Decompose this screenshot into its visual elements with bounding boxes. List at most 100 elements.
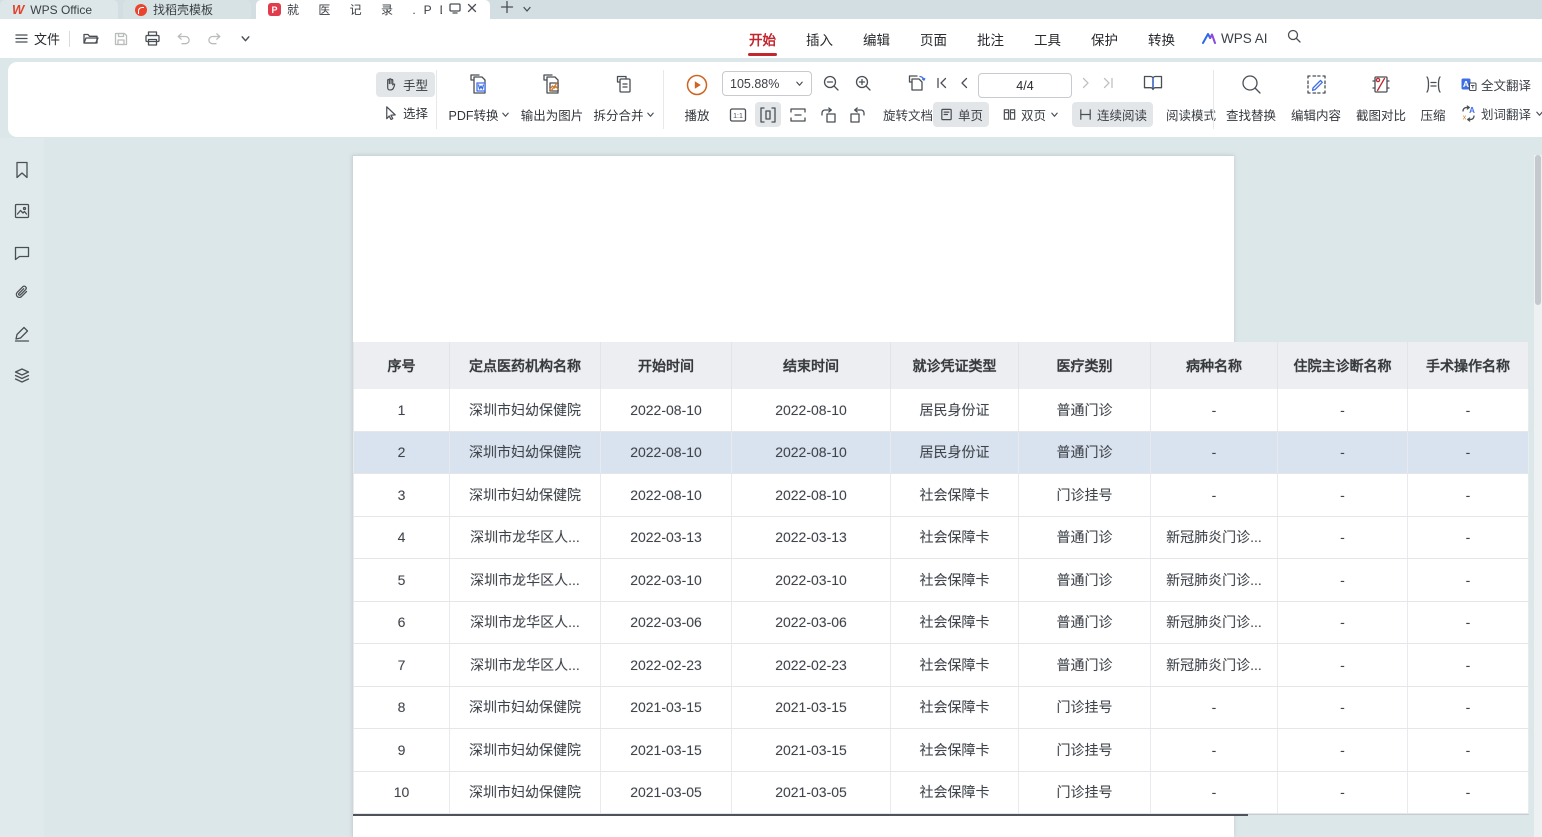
tab-list-chevron-icon[interactable] [522,1,532,19]
export-image-button[interactable]: 输出为图片 [515,69,589,130]
rotate-left-icon[interactable] [815,102,841,127]
double-page-button[interactable]: 双页 [996,102,1065,127]
document-canvas[interactable]: 序号定点医药机构名称开始时间结束时间就诊凭证类型医疗类别病种名称住院主诊断名称手… [44,138,1542,837]
ribbon-tab-编辑[interactable]: 编辑 [848,19,905,58]
screenshot-compare-label: 截图对比 [1356,105,1406,124]
save-icon[interactable] [110,28,132,50]
signature-icon[interactable] [10,322,34,346]
table-row: 6深圳市龙华区人...2022-03-062022-03-06社会保障卡普通门诊… [353,602,1529,645]
continuous-read-button[interactable]: 连续阅读 [1072,102,1153,127]
compress-button[interactable]: 压缩 [1412,69,1454,130]
compress-icon [1421,72,1446,97]
ribbon-tab-开始[interactable]: 开始 [734,19,791,58]
new-tab-icon[interactable] [500,0,514,19]
open-file-icon[interactable] [79,28,101,50]
table-cell: 2022-08-10 [732,389,891,431]
file-menu-button[interactable]: 文件 [14,29,60,48]
tab-docer-templates[interactable]: 找稻壳模板 [123,0,251,19]
bookmarks-icon[interactable] [10,158,34,182]
table-cell: 9 [353,729,450,771]
wps-pdf-window: W WPS Office 找稻壳模板 P 就 医 记 录 .PDF 文件 [0,0,1542,837]
table-cell: 2022-08-10 [732,474,891,516]
table-cell: - [1151,729,1278,771]
table-column-header: 定点医药机构名称 [450,342,601,389]
close-tab-icon[interactable] [466,2,478,17]
ribbon-tab-页面[interactable]: 页面 [905,19,962,58]
table-row: 8深圳市妇幼保健院2021-03-152021-03-15社会保障卡门诊挂号--… [353,687,1529,730]
select-tool-button[interactable]: 选择 [376,100,435,125]
first-page-icon[interactable] [934,75,950,96]
table-bottom-border [353,814,1248,816]
actual-size-icon[interactable]: 1:1 [725,102,751,127]
tab-wps-office[interactable]: W WPS Office [0,0,118,19]
vertical-scrollbar[interactable] [1534,155,1542,837]
page-number-input[interactable] [978,73,1072,98]
attachments-icon[interactable] [10,281,34,305]
rotate-document-button[interactable]: 旋转文档 [883,102,933,127]
word-translate-button[interactable]: Ax 划词翻译 [1460,101,1542,126]
find-replace-icon [1239,72,1264,97]
fit-page-icon[interactable] [785,102,811,127]
thumbnails-icon[interactable] [10,199,34,223]
table-cell: 门诊挂号 [1019,729,1151,771]
ribbon-tab-工具[interactable]: 工具 [1019,19,1076,58]
layers-icon[interactable] [10,363,34,387]
wps-ai-button[interactable]: WPS AI [1190,31,1280,46]
extract-pages-icon[interactable] [904,71,930,96]
table-cell: 2022-08-10 [601,389,732,431]
find-replace-button[interactable]: 查找替换 [1220,69,1282,130]
table-cell: - [1408,474,1529,516]
ribbon-tab-保护[interactable]: 保护 [1076,19,1133,58]
comments-icon[interactable] [10,240,34,264]
table-cell: 普通门诊 [1019,644,1151,686]
redo-icon[interactable] [203,28,225,50]
pdf-convert-button[interactable]: PDF转换 [445,69,513,130]
chevron-down-icon [646,110,655,119]
table-cell: 2022-03-06 [601,602,732,644]
single-page-button[interactable]: 单页 [933,102,989,127]
ribbon-tab-转换[interactable]: 转换 [1133,19,1190,58]
rotate-right-icon[interactable] [845,102,871,127]
last-page-icon[interactable] [1100,75,1116,96]
table-cell: 2022-03-10 [732,559,891,601]
zoom-level-select[interactable]: 105.88% [722,71,812,96]
table-header-row: 序号定点医药机构名称开始时间结束时间就诊凭证类型医疗类别病种名称住院主诊断名称手… [353,342,1529,389]
tab-document[interactable]: P 就 医 记 录 .PDF [256,0,490,19]
hand-tool-button[interactable]: 手型 [376,72,435,97]
edit-content-button[interactable]: 编辑内容 [1285,69,1347,130]
table-cell: 普通门诊 [1019,517,1151,559]
play-button[interactable]: 播放 [670,69,724,130]
scrollbar-thumb[interactable] [1535,155,1541,305]
read-mode-book-icon[interactable] [1141,71,1165,100]
edit-content-label: 编辑内容 [1291,105,1341,124]
pdf-convert-icon [466,72,492,98]
table-cell: - [1408,602,1529,644]
ribbon-tab-插入[interactable]: 插入 [791,19,848,58]
next-page-icon[interactable] [1079,75,1093,96]
document-side-panel [0,138,44,837]
ribbon-search-icon[interactable] [1286,28,1302,49]
docer-icon [135,4,147,16]
table-column-header: 结束时间 [732,342,891,389]
print-icon[interactable] [141,28,163,50]
enter-workspace-icon[interactable] [448,1,462,18]
table-cell: 新冠肺炎门诊... [1151,559,1278,601]
fit-width-icon[interactable] [755,102,781,127]
table-cell: 社会保障卡 [891,644,1019,686]
ribbon-tab-批注[interactable]: 批注 [962,19,1019,58]
svg-text:A: A [1463,79,1469,89]
table-cell: - [1408,432,1529,474]
split-merge-button[interactable]: 拆分合并 [591,69,657,130]
continuous-read-icon [1078,107,1093,122]
zoom-in-icon[interactable] [850,71,876,96]
prev-page-icon[interactable] [957,75,971,96]
screenshot-compare-button[interactable]: 截图对比 [1350,69,1412,130]
table-cell: 6 [353,602,450,644]
undo-icon[interactable] [172,28,194,50]
full-translate-button[interactable]: A 全文翻译 [1460,72,1542,97]
pdf-file-icon: P [268,3,281,16]
table-cell: - [1278,432,1408,474]
pdf-page: 序号定点医药机构名称开始时间结束时间就诊凭证类型医疗类别病种名称住院主诊断名称手… [352,155,1234,837]
zoom-out-icon[interactable] [818,71,844,96]
quickbar-chevron-icon[interactable] [234,28,256,50]
